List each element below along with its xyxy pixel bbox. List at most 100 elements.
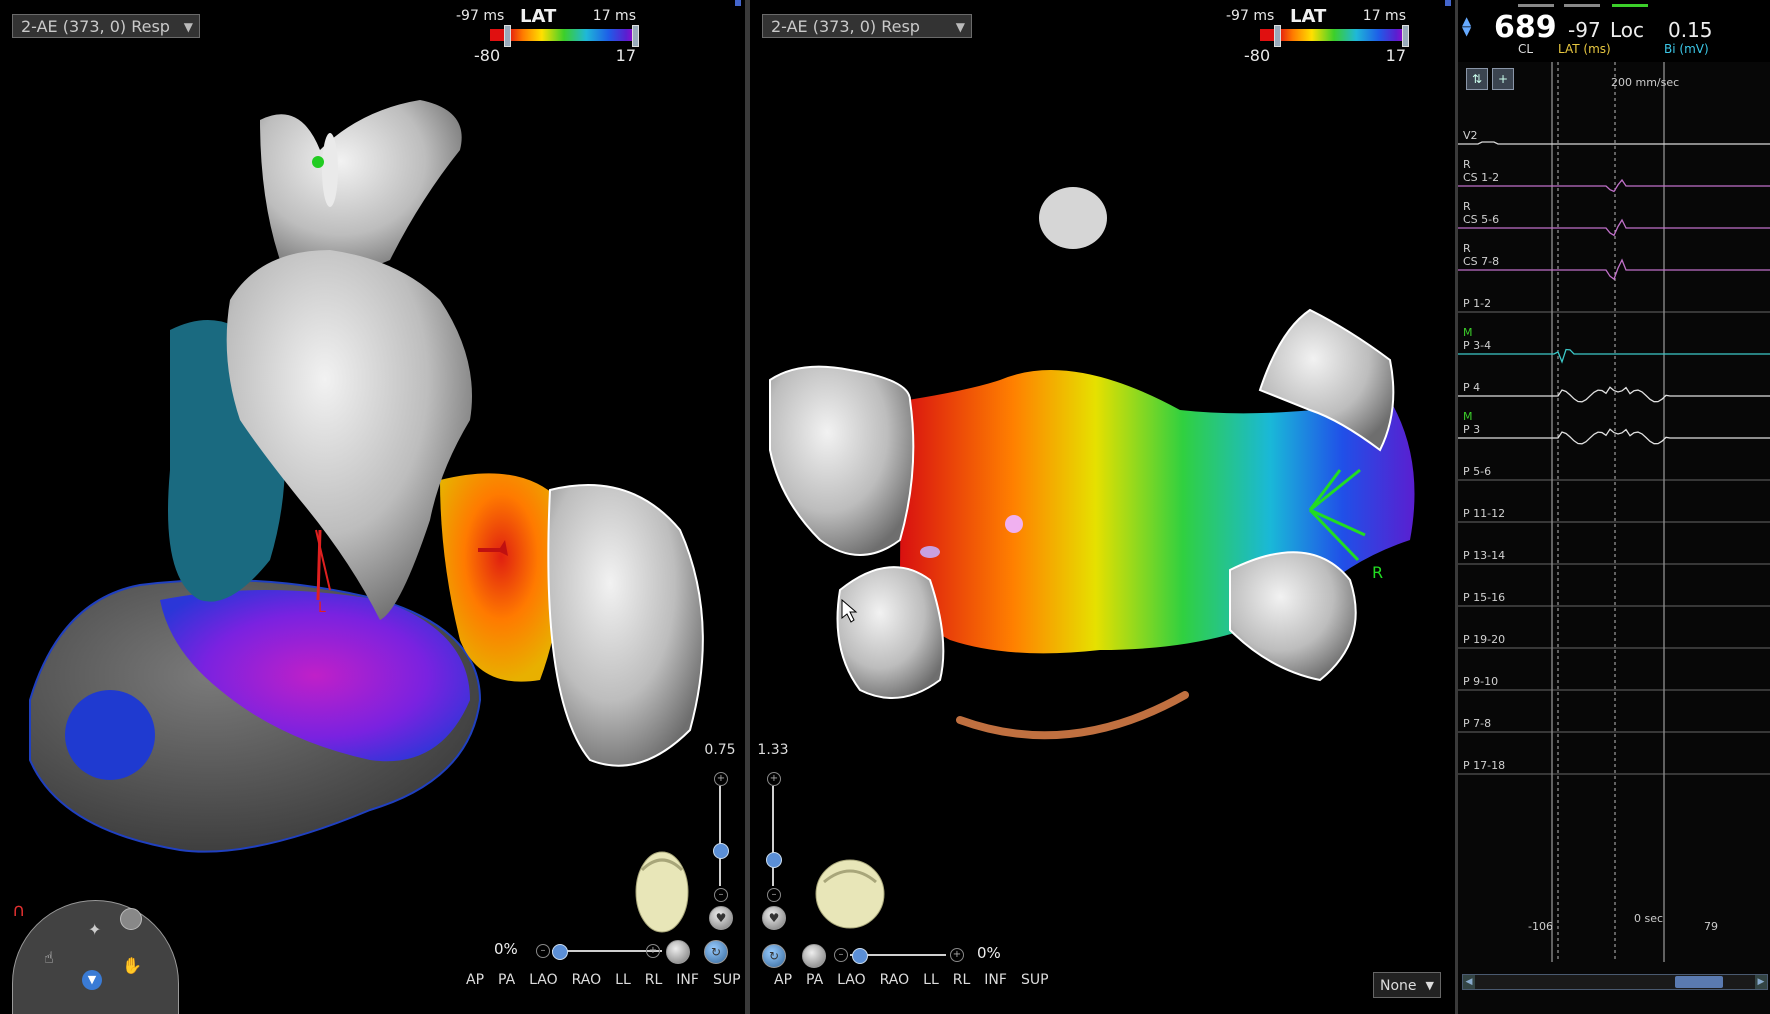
- scroll-left-arrow[interactable]: ◀: [1463, 975, 1475, 989]
- horizontal-scrollbar[interactable]: ◀ ▶: [1462, 974, 1768, 990]
- zoom-value-left: 0.75: [704, 742, 736, 758]
- scroll-arrows-icon[interactable]: ▲ ▼: [1462, 15, 1471, 37]
- trace-label: CS 7-8: [1463, 255, 1500, 268]
- trace-prefix: R: [1463, 200, 1471, 213]
- none-dropdown-label: None: [1380, 978, 1417, 994]
- rotate-button[interactable]: ↻: [762, 944, 786, 968]
- lat-label: LAT (ms): [1558, 42, 1611, 56]
- ecg-trace-cs-1-2[interactable]: [1458, 178, 1770, 193]
- green-tag: [312, 156, 324, 168]
- none-dropdown[interactable]: None ▼: [1373, 972, 1441, 998]
- opacity-increase[interactable]: +: [950, 948, 964, 962]
- view-ll[interactable]: LL: [923, 972, 939, 988]
- ecg-trace-p-3[interactable]: [1458, 428, 1770, 445]
- trace-label: P 4: [1463, 381, 1481, 394]
- hand-tool-icon[interactable]: ☝: [44, 948, 54, 967]
- time-left-marker: -106: [1528, 920, 1553, 933]
- left-map-view[interactable]: 2-AE (373, 0) Resp ▼ -97 ms LAT 17 ms -8…: [0, 0, 745, 1014]
- trace-label: P 3: [1463, 423, 1481, 436]
- view-lao[interactable]: LAO: [529, 972, 557, 988]
- trace-prefix: M: [1463, 326, 1473, 339]
- view-inf[interactable]: INF: [984, 972, 1007, 988]
- zoom-track[interactable]: [719, 786, 721, 886]
- heart-view-button[interactable]: ♥: [762, 906, 786, 930]
- trace-label: P 17-18: [1463, 759, 1506, 772]
- upper-vein-branch: [260, 100, 462, 275]
- zoom-out-button[interactable]: –: [714, 888, 728, 902]
- opacity-control-left[interactable]: 0% – + ↻: [494, 940, 739, 964]
- zoom-control-mid[interactable]: 1.33 + –: [755, 742, 791, 932]
- trace-prefix: M: [1463, 410, 1473, 423]
- sphere-button[interactable]: [802, 944, 826, 968]
- magnet-icon[interactable]: ∩: [12, 900, 25, 921]
- view-pa[interactable]: PA: [498, 972, 515, 988]
- view-rao[interactable]: RAO: [880, 972, 910, 988]
- view-rao[interactable]: RAO: [572, 972, 602, 988]
- zoom-control-left[interactable]: 0.75 + –: [702, 742, 738, 932]
- landmark-white-oval: [322, 133, 338, 207]
- opacity-decrease[interactable]: –: [834, 948, 848, 962]
- ecg-trace-v2[interactable]: [1458, 141, 1770, 145]
- view-sup[interactable]: SUP: [1021, 972, 1049, 988]
- ecg-traces-panel[interactable]: ⇅ + 200 mm/sec V2 R CS 1-2 R CS 5-6 R CS 7-8 P …: [1458, 62, 1770, 1014]
- catheter-label-left: L: [318, 600, 326, 616]
- grab-tool-icon[interactable]: ✋: [122, 956, 142, 975]
- trace-label: P 5-6: [1463, 465, 1492, 478]
- header-tab-1[interactable]: [1518, 4, 1554, 7]
- chevron-down-icon: ▼: [1425, 979, 1434, 992]
- bipolar-label: Bi (mV): [1664, 42, 1709, 56]
- zoom-value-mid: 1.33: [757, 742, 789, 758]
- catheter-label-mid: R: [1372, 563, 1383, 582]
- ecg-trace-p-4[interactable]: [1458, 386, 1770, 403]
- view-lao[interactable]: LAO: [837, 972, 865, 988]
- view-ap[interactable]: AP: [466, 972, 484, 988]
- sphere-button[interactable]: [666, 940, 690, 964]
- pink-point-marker: [1005, 515, 1023, 533]
- header-tab-2[interactable]: [1564, 4, 1600, 7]
- view-buttons-mid: AP PA LAO RAO LL RL INF SUP: [774, 972, 1049, 988]
- zoom-in-button[interactable]: +: [767, 772, 781, 786]
- rotate-button[interactable]: ↻: [704, 940, 728, 964]
- view-ap[interactable]: AP: [774, 972, 792, 988]
- time-right-marker: 79: [1704, 920, 1718, 933]
- opacity-decrease[interactable]: –: [536, 944, 550, 958]
- trace-prefix: R: [1463, 242, 1471, 255]
- trace-label: P 13-14: [1463, 549, 1506, 562]
- ecg-view[interactable]: ▲ ▼ 689 CL -97 LAT (ms) Loc 0.15 Bi (mV) …: [1458, 0, 1770, 1014]
- view-pa[interactable]: PA: [806, 972, 823, 988]
- zoom-knob[interactable]: [766, 852, 782, 868]
- magic-wand-icon[interactable]: ✦: [88, 920, 101, 939]
- view-rl[interactable]: RL: [953, 972, 971, 988]
- view-ll[interactable]: LL: [615, 972, 631, 988]
- trace-label: P 11-12: [1463, 507, 1506, 520]
- zoom-in-button[interactable]: +: [714, 772, 728, 786]
- cs-catheter-arc: [956, 691, 1189, 740]
- blue-patch: [65, 690, 155, 780]
- opacity-knob[interactable]: [852, 948, 868, 964]
- opacity-control-mid[interactable]: ↻ – + 0%: [762, 944, 1002, 968]
- view-rl[interactable]: RL: [645, 972, 663, 988]
- ecg-trace-cs-7-8[interactable]: [1458, 258, 1770, 281]
- trace-label: P 3-4: [1463, 339, 1492, 352]
- opacity-knob[interactable]: [552, 944, 568, 960]
- heart-view-button[interactable]: ♥: [709, 906, 733, 930]
- scroll-thumb[interactable]: [1675, 976, 1723, 988]
- header-tab-3[interactable]: [1612, 4, 1648, 7]
- scroll-right-arrow[interactable]: ▶: [1755, 975, 1767, 989]
- filter-icon[interactable]: ▼: [82, 970, 102, 990]
- ecg-trace-p-3-4[interactable]: [1458, 348, 1770, 364]
- opacity-increase[interactable]: +: [646, 944, 660, 958]
- ecg-trace-cs-5-6[interactable]: [1458, 218, 1770, 237]
- middle-map-view[interactable]: 2-AE (373, 0) Resp ▼ -97 ms LAT 17 ms -8…: [750, 0, 1455, 1014]
- zoom-knob[interactable]: [713, 843, 729, 859]
- tool-wheel-top-button[interactable]: [120, 908, 142, 930]
- view-inf[interactable]: INF: [676, 972, 699, 988]
- left-vein-lobe: [769, 365, 915, 556]
- view-sup[interactable]: SUP: [713, 972, 741, 988]
- heart-orientation-icon: [815, 859, 885, 929]
- zoom-track[interactable]: [772, 786, 774, 886]
- zoom-out-button[interactable]: –: [767, 888, 781, 902]
- cycle-length-value: 689: [1494, 10, 1557, 45]
- heart-orientation-icon: [635, 851, 689, 933]
- time-zero-marker: 0 sec: [1634, 912, 1664, 925]
